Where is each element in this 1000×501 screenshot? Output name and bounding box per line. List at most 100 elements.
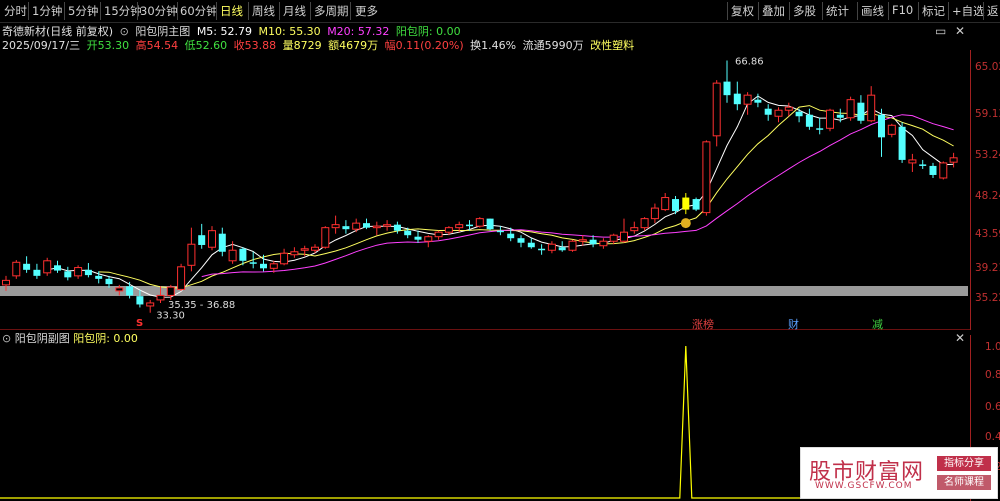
y-tick-label: 43.59 [975,228,1000,240]
event-marker[interactable]: 涨榜 [692,316,714,332]
candle-body [363,223,370,228]
candle-body [857,102,865,121]
candle-body [609,234,618,242]
candle-body [867,94,876,122]
candle-body [538,248,546,251]
candle-body [218,233,226,252]
candle-body [620,231,628,242]
sub-indicator-toggle-icon[interactable]: ⊙ [2,332,11,345]
candle-body [43,260,52,274]
candle-body [816,128,824,130]
y-tick-label: 65.02 [975,61,1000,73]
candle-body [723,81,731,96]
y-tick-label: 39.21 [975,262,1000,274]
candle-body [650,207,659,220]
low-price-label: 33.30 [156,311,185,322]
candle-body [702,141,711,214]
main-y-axis [970,50,971,330]
candle-body [475,218,484,227]
candle-body [455,224,464,229]
candle-body [898,126,906,160]
candle-body [919,164,927,166]
candle-body [208,230,216,248]
candle-body [578,239,587,242]
candle-body [12,261,21,277]
event-marker[interactable]: 减 [872,316,883,332]
sell-marker: S [136,318,143,329]
event-marker[interactable]: 财 [788,316,799,332]
y-tick-label: 48.24 [975,190,1000,202]
candle-body [558,247,566,251]
y-tick-label: 53.24 [975,149,1000,161]
candle-body [331,224,340,229]
candle-body [661,197,670,211]
candle-body [424,236,433,242]
candle-body [280,252,289,265]
sub-chart-title[interactable]: 阳包阴副图 [15,332,70,345]
candle-body [156,294,165,301]
candle-body [547,243,556,251]
candle-body [878,114,885,138]
y-tick-label: 35.22 [975,292,1000,304]
candle-body [342,226,350,230]
candle-body [599,240,608,247]
watermark-tag-share: 指标分享 [937,456,991,471]
candle-body [311,246,319,251]
candle-body [846,99,855,119]
watermark-tag-course: 名师课程 [937,475,991,490]
candle-body [826,109,834,129]
candle-body [198,235,206,245]
candle-body [372,225,381,229]
candle-body [507,233,515,239]
sub-y-tick-label: 0.6 [985,401,1000,413]
candle-body [712,82,721,137]
candle-body [187,243,196,266]
candle-body [743,94,752,105]
sub-y-tick-label: 1.0 [985,341,1000,353]
candle-body [228,249,237,262]
candle-body [908,159,917,164]
support-band [0,286,968,296]
candle-body [290,251,299,256]
candle-body [260,263,267,269]
candle-body [929,165,937,175]
candle-body [393,224,401,231]
candle-body [54,265,61,271]
candle-body [2,279,10,286]
candle-body [136,296,144,305]
candle-body [466,224,473,227]
candle-body [784,106,793,111]
candle-body [692,199,700,210]
sub-y-tick-label: 0.8 [985,369,1000,381]
toolbar-divider [983,2,984,20]
candle-body [249,262,257,264]
kline-chart[interactable]: 66.86 33.3035.35 - 36.88 S [0,0,970,501]
candle-body [568,240,577,251]
candle-body [177,266,186,290]
candle-body [939,162,948,179]
candle-body [672,199,679,212]
candle-body [64,271,72,278]
candle-body [146,302,155,307]
candle-body [33,269,41,276]
candle-body [764,108,772,115]
sub-y-tick-label: 0.4 [985,431,1000,443]
candle-body [805,114,813,127]
candle-body [74,267,83,277]
sub-chart-header: ⊙ 阳包阴副图 阳包阴: 0.00 [2,330,138,346]
candle-body [589,239,597,245]
sub-chart-value: 阳包阴: 0.00 [73,332,138,345]
candle-body [527,242,535,248]
candle-body [795,111,803,117]
candle-body [444,227,453,233]
candle-body [836,114,844,118]
candle-body [126,286,134,296]
toolbar-button[interactable]: 返 [987,3,999,19]
candle-body [352,222,361,230]
candle-body [887,124,896,135]
candle-body [95,275,103,279]
candle-body [517,238,525,243]
candle-body [300,248,309,251]
candle-body [630,227,639,232]
candle-body [239,248,247,261]
